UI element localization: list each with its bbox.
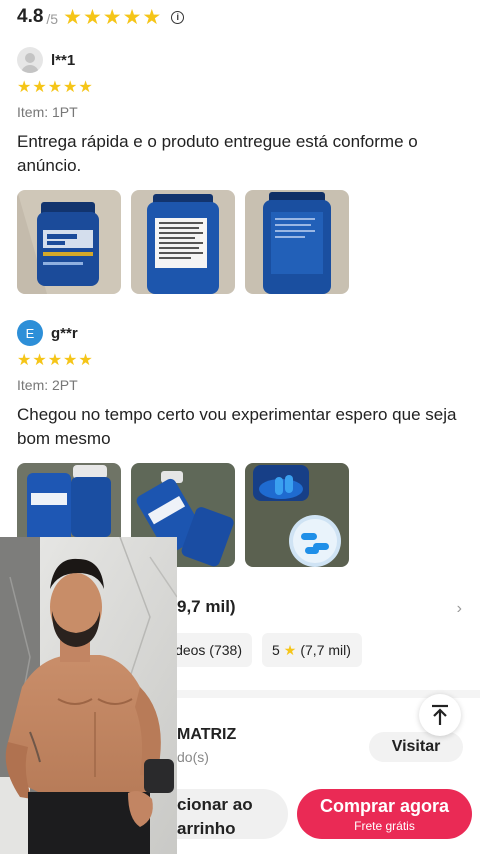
arrow-up-to-line-icon	[432, 704, 448, 725]
star-icon: ★	[32, 352, 47, 369]
avatar: E	[17, 320, 43, 346]
star-icon: ★	[122, 5, 142, 29]
review-photo[interactable]	[245, 190, 349, 294]
filter-chip-label: deos (738)	[175, 642, 242, 658]
star-icon: ★	[47, 352, 63, 369]
star-icon: ★	[63, 5, 82, 29]
review-card: l**1 ★ ★ ★ ★ ★ Item: 1PT Entrega rápida …	[17, 46, 467, 294]
reviews-summary-title: 9,7 mil)	[177, 597, 236, 616]
default-user-icon	[17, 47, 43, 73]
star-icon: ★	[142, 5, 162, 29]
star-icon: ★	[32, 79, 47, 96]
star-icon: ★	[283, 642, 297, 658]
buy-now-label: Comprar agora	[319, 795, 450, 816]
floating-video-player[interactable]	[0, 537, 177, 854]
shop-name: MATRIZ	[177, 726, 237, 743]
rating-stars: ★ ★ ★ ★ ★	[63, 7, 162, 28]
star-icon: ★	[63, 79, 78, 96]
scroll-to-top-button[interactable]	[419, 694, 461, 736]
rating-header: 4.8 /5 ★ ★ ★ ★ ★ i	[17, 4, 185, 30]
filter-chip-count: (7,7 mil)	[300, 642, 351, 658]
review-card: E g**r ★ ★ ★ ★ ★ Item: 2PT Chegou no tem…	[17, 319, 467, 567]
reviewer-name: l**1	[51, 51, 76, 69]
star-icon: ★	[63, 352, 78, 369]
buy-now-button[interactable]: Comprar agora Frete grátis	[297, 789, 472, 839]
review-photo[interactable]	[245, 463, 349, 567]
reviewer-name: g**r	[51, 324, 78, 342]
review-photo[interactable]	[131, 190, 235, 294]
filter-chip-5-stars[interactable]: 5 ★ (7,7 mil)	[262, 633, 362, 667]
filter-chip-label: 5	[272, 642, 280, 658]
free-shipping-label: Frete grátis	[354, 818, 415, 833]
review-photo[interactable]	[17, 190, 121, 294]
star-icon: ★	[78, 79, 93, 96]
review-photos	[17, 190, 467, 294]
rating-max: /5	[46, 10, 59, 27]
add-to-cart-label: cionar ao arrinho	[177, 795, 253, 838]
reviewer: l**1	[17, 46, 467, 74]
review-stars: ★ ★ ★ ★ ★	[17, 353, 467, 369]
star-icon: ★	[78, 352, 93, 369]
review-item-variant: Item: 2PT	[17, 377, 78, 393]
reviewer: E g**r	[17, 319, 467, 347]
rating-score: 4.8	[17, 6, 44, 27]
star-icon: ★	[47, 79, 63, 96]
star-icon: ★	[17, 79, 32, 96]
review-text: Chegou no tempo certo vou experimentar e…	[17, 405, 457, 448]
shop-sold-count: do(s)	[177, 749, 209, 765]
review-stars: ★ ★ ★ ★ ★	[17, 80, 467, 96]
visit-shop-button[interactable]: Visitar	[369, 732, 463, 762]
review-text: Entrega rápida e o produto entregue está…	[17, 132, 418, 175]
star-icon: ★	[102, 5, 122, 29]
star-icon: ★	[82, 5, 102, 29]
chevron-right-icon: ›	[456, 600, 462, 617]
info-icon[interactable]: i	[171, 10, 185, 24]
star-icon: ★	[17, 352, 32, 369]
review-item-variant: Item: 1PT	[17, 104, 78, 120]
